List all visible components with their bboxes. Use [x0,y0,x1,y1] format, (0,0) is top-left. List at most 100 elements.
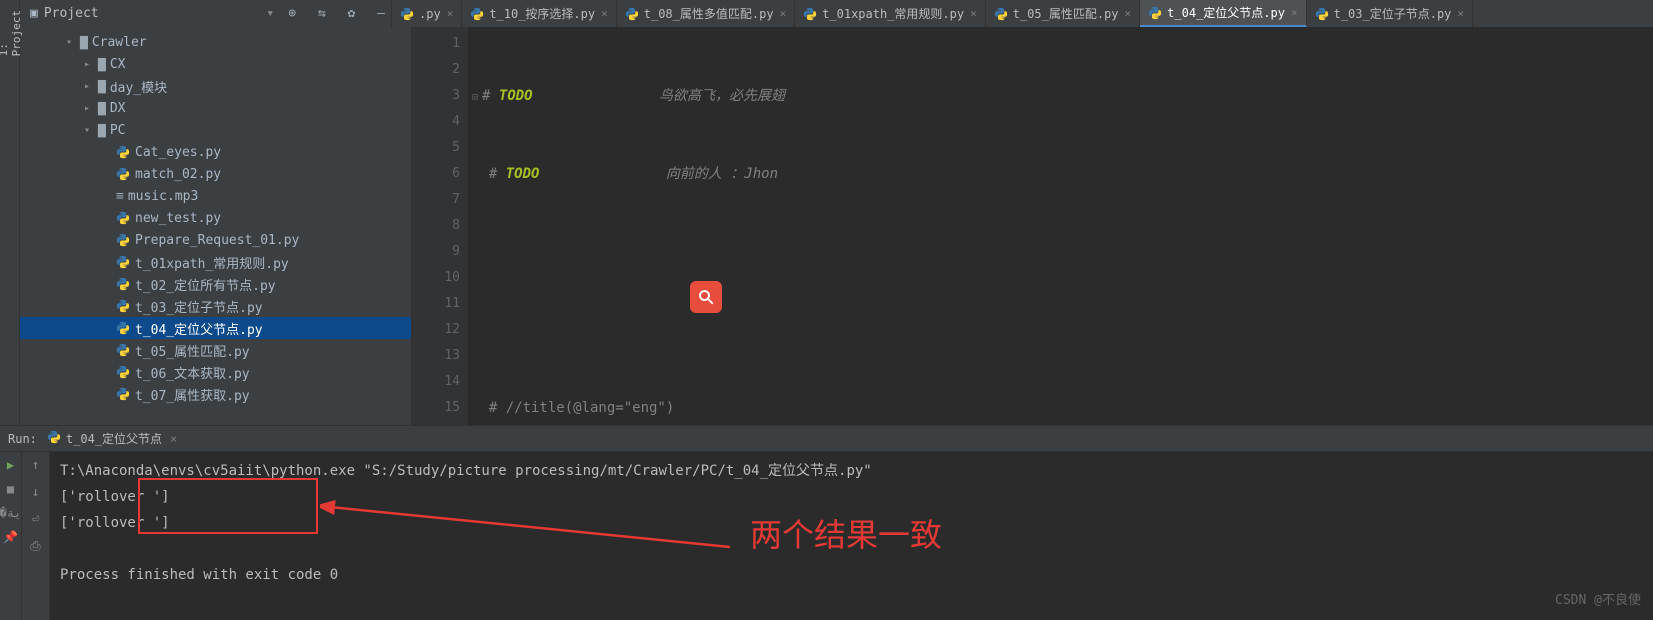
wrap-icon[interactable]: ⏎ [32,512,40,527]
code-area[interactable]: ⊟# TODO 鸟欲高飞，必先展翅 # TODO 向前的人 ：Jhon # //… [468,27,1653,425]
project-tool-tab[interactable]: 1: Project [0,0,20,27]
tree-row[interactable]: ▾▇PC [20,119,411,141]
project-dropdown-icon[interactable]: ▾ [266,6,274,21]
line-number: 2 [412,57,460,83]
line-number: 15 [412,395,460,421]
line-number: 12 [412,317,460,343]
watermark: CSDN @不良使 [1555,588,1641,614]
tree-label: t_04_定位父节点.py [135,319,263,338]
folder-icon: ▇ [80,35,88,50]
pin-icon[interactable]: 📌 [3,530,18,544]
close-tab-icon[interactable]: × [780,7,787,20]
down-icon[interactable]: ↓ [32,485,40,500]
folder-icon: ▇ [98,79,106,94]
close-run-tab-icon[interactable]: × [170,432,177,446]
run-tab-name[interactable]: t_04_定位父节点 [66,430,162,447]
line-number: 6 [412,161,460,187]
rerun-icon[interactable]: ▶ [7,458,14,472]
tree-label: t_03_定位子节点.py [135,297,263,316]
editor-tab[interactable]: t_01xpath_常用规则.py × [795,0,986,27]
tab-label: t_10_按序选择.py [489,5,595,22]
editor-tab[interactable]: t_03_定位子节点.py× [1307,0,1473,27]
locate-icon[interactable]: ⊕ [288,6,296,21]
project-title: Project [44,6,263,21]
search-overlay-icon[interactable] [690,281,722,313]
tree-row[interactable]: Prepare_Request_01.py [20,229,411,251]
python-icon [625,7,639,21]
tree-row[interactable]: t_05_属性匹配.py [20,339,411,361]
tree-row[interactable]: ▸▇ CX [20,53,411,75]
python-icon [116,145,130,159]
line-number: 7 [412,187,460,213]
project-tree[interactable]: ▾▇Crawler▸▇CX▸▇day_模块▸▇DX▾▇PCCat_eyes.py… [20,27,412,425]
python-icon [470,7,484,21]
editor-tab[interactable]: .py× [392,0,462,27]
expand-icon[interactable]: ⇆ [318,6,326,21]
line-number: 14 [412,369,460,395]
tree-label: t_05_属性匹配.py [135,341,250,360]
annotation-text: 两个结果一致 [750,522,942,548]
console-line: Process finished with exit code 0 [60,562,1643,588]
tab-label: t_01xpath_常用规则.py [822,5,964,22]
editor-tabs: .py×t_10_按序选择.py×t_08_属性多值匹配.py×t_01xpat… [392,0,1653,27]
tree-row[interactable]: t_03_定位子节点.py [20,295,411,317]
tree-label: t_01xpath_常用规则.py [135,253,289,272]
tree-row[interactable]: ▸▇day_模块 [20,75,411,97]
tab-label: t_04_定位父节点.py [1167,4,1285,21]
tree-row[interactable]: ▾▇Crawler [20,31,411,53]
close-tab-icon[interactable]: × [447,7,454,20]
tree-row[interactable]: t_06_文本获取.py [20,361,411,383]
console-output[interactable]: T:\Anaconda\envs\cv5aiit\python.exe "S:/… [50,452,1653,620]
line-gutter: 123456789101112131415 [412,27,468,425]
tab-label: t_05_属性匹配.py [1013,5,1119,22]
tree-row[interactable]: t_04_定位父节点.py [20,317,411,339]
up-icon[interactable]: ↑ [32,458,40,473]
python-icon [400,7,414,21]
python-icon [116,299,130,313]
stop-icon[interactable]: ■ [7,482,14,496]
close-tab-icon[interactable]: × [1125,7,1132,20]
tree-label: match_02.py [135,167,221,182]
editor-tab[interactable]: t_05_属性匹配.py × [986,0,1140,27]
run-tool-header: Run: t_04_定位父节点 × [0,426,1653,452]
python-icon [116,167,130,181]
tree-row[interactable]: t_01xpath_常用规则.py [20,251,411,273]
folder-icon: ▇ [98,123,106,138]
chevron-icon: ▸ [84,59,98,70]
python-icon [803,7,817,21]
python-icon [116,321,130,335]
tree-label: music.mp3 [128,189,198,204]
editor-tab[interactable]: t_10_按序选择.py × [462,0,616,27]
tree-label: CX [110,57,126,72]
tree-row[interactable]: match_02.py [20,163,411,185]
tree-row[interactable]: t_07_属性获取.py [20,383,411,405]
editor-tab[interactable]: t_08_属性多值匹配.py× [617,0,795,27]
tree-row[interactable]: t_02_定位所有节点.py [20,273,411,295]
tree-row[interactable]: ≡ music.mp3 [20,185,411,207]
file-icon: ≡ [116,189,124,204]
close-tab-icon[interactable]: × [1457,7,1464,20]
left-gutter [0,27,20,425]
editor-tab[interactable]: t_04_定位父节点.py × [1140,0,1306,27]
tree-row[interactable]: new_test.py [20,207,411,229]
python-icon [1148,6,1162,20]
tree-row[interactable]: Cat_eyes.py [20,141,411,163]
code-editor[interactable]: 123456789101112131415 ⊟# TODO 鸟欲高飞，必先展翅 … [412,27,1653,425]
exit-icon[interactable]: �ية [0,506,21,520]
python-icon [116,277,130,291]
close-tab-icon[interactable]: × [601,7,608,20]
settings-icon[interactable]: ✿ [348,6,356,21]
python-icon [47,430,61,447]
python-icon [116,211,130,225]
line-number: 13 [412,343,460,369]
tree-label: day_模块 [110,77,167,96]
chevron-icon: ▾ [66,37,80,48]
close-tab-icon[interactable]: × [1291,6,1298,19]
close-tab-icon[interactable]: × [970,7,977,20]
line-number: 10 [412,265,460,291]
line-number: 3 [412,83,460,109]
print-icon[interactable]: ⎙ [30,539,40,554]
hide-icon[interactable]: — [377,6,385,21]
folder-icon: ▇ [98,57,106,72]
tree-row[interactable]: ▸▇DX [20,97,411,119]
